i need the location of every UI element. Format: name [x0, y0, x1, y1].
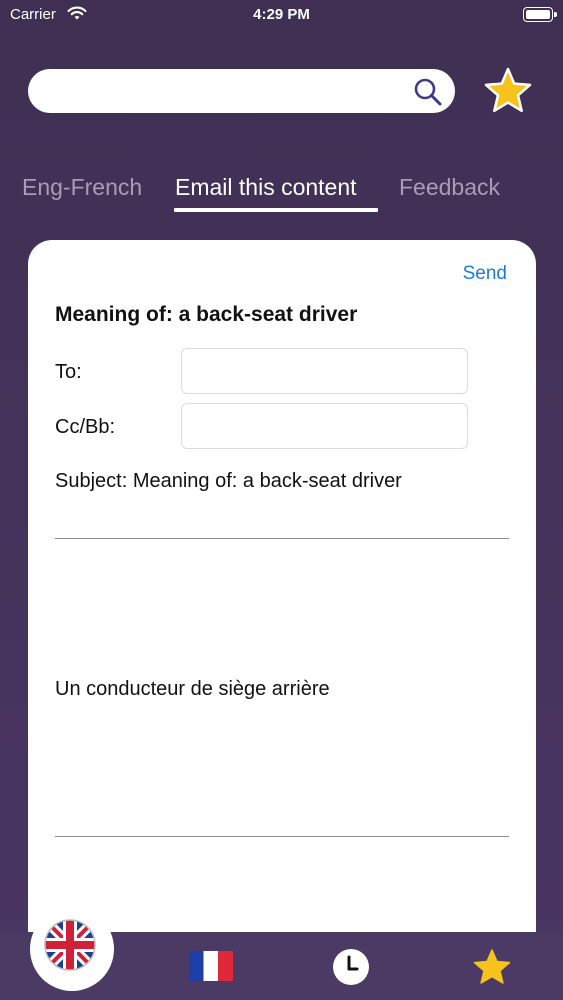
clock-time: 4:29 PM [253, 6, 310, 23]
email-heading: Meaning of: a back-seat driver [55, 303, 358, 326]
uk-flag-icon[interactable] [43, 918, 97, 972]
active-tab-indicator [174, 208, 378, 212]
tab-email-this-content[interactable]: Email this content [175, 174, 357, 201]
email-body[interactable]: Un conducteur de siège arrière [55, 678, 330, 701]
tab-feedback[interactable]: Feedback [399, 174, 500, 201]
to-field[interactable] [181, 348, 468, 394]
divider [55, 538, 509, 539]
search-icon[interactable] [413, 77, 443, 107]
search-input[interactable] [44, 77, 404, 105]
tab-eng-french[interactable]: Eng-French [22, 174, 142, 201]
top-tabs: Eng-French Email this content Feedback [0, 170, 563, 214]
favorites-star-icon[interactable] [483, 66, 533, 116]
search-bar[interactable] [28, 69, 455, 113]
cc-field[interactable] [181, 403, 468, 449]
france-flag-icon[interactable] [189, 951, 233, 981]
to-label: To: [55, 361, 82, 383]
email-card: Send Meaning of: a back-seat driver To: … [28, 240, 536, 960]
status-bar: Carrier 4:29 PM [0, 0, 563, 30]
battery-icon [523, 7, 557, 22]
send-button[interactable]: Send [463, 263, 507, 285]
cc-label: Cc/Bb: [55, 416, 116, 438]
divider [55, 836, 509, 837]
clock-icon[interactable] [332, 948, 370, 986]
star-icon[interactable] [472, 948, 512, 986]
subject-line: Subject: Meaning of: a back-seat driver [55, 470, 402, 492]
